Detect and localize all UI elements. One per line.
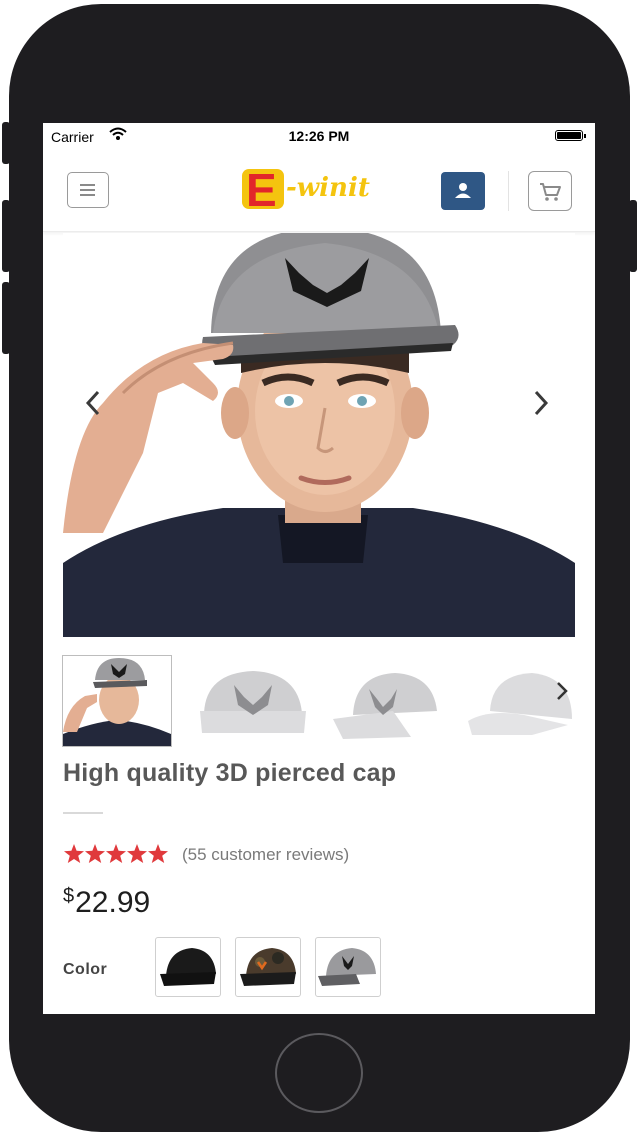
thumbnail-cap-back-image bbox=[468, 673, 572, 735]
product-photo bbox=[63, 233, 575, 637]
side-button-power bbox=[629, 200, 637, 272]
thumbnail-cap-front-image bbox=[200, 671, 306, 733]
app-header: E -winit bbox=[43, 151, 595, 232]
title-underline bbox=[63, 812, 103, 814]
account-button[interactable] bbox=[441, 172, 485, 210]
color-label: Color bbox=[63, 961, 108, 978]
thumbnail-cap-side[interactable] bbox=[333, 655, 443, 747]
header-divider bbox=[508, 171, 509, 211]
home-button[interactable] bbox=[275, 1033, 363, 1113]
app-screen: Carrier 12:26 PM E -winit High quality 3… bbox=[43, 123, 595, 1014]
star-icon bbox=[85, 844, 105, 863]
swatch-black-image bbox=[160, 948, 216, 986]
price-value: 22.99 bbox=[75, 886, 151, 919]
thumbnail-model[interactable] bbox=[62, 655, 172, 747]
menu-icon-line bbox=[80, 194, 95, 196]
menu-button[interactable] bbox=[67, 172, 109, 208]
thumbnail-cap-back[interactable] bbox=[468, 655, 578, 747]
star-icon bbox=[148, 844, 168, 863]
menu-icon-line bbox=[80, 189, 95, 191]
star-icon bbox=[127, 844, 147, 863]
menu-icon bbox=[80, 184, 95, 186]
chevron-right-icon[interactable] bbox=[531, 388, 551, 418]
side-button-mute bbox=[2, 122, 10, 164]
logo-letter: E bbox=[246, 164, 277, 216]
price-currency: $ bbox=[63, 885, 75, 907]
color-swatch-black[interactable] bbox=[155, 937, 221, 997]
product-price: $22.99 bbox=[63, 885, 151, 920]
battery-icon bbox=[555, 130, 586, 141]
cart-button[interactable] bbox=[528, 171, 572, 211]
swatch-grey-image bbox=[318, 948, 376, 986]
product-hero-image[interactable] bbox=[63, 233, 575, 637]
thumbnail-cap-front[interactable] bbox=[198, 655, 308, 747]
rating-stars bbox=[64, 844, 168, 863]
thumbnail-model-image bbox=[63, 656, 171, 746]
chevron-left-icon[interactable] bbox=[83, 388, 103, 418]
cart-icon bbox=[540, 183, 561, 201]
product-title: High quality 3D pierced cap bbox=[63, 759, 397, 787]
user-icon bbox=[455, 183, 471, 198]
star-icon bbox=[106, 844, 126, 863]
status-time: 12:26 PM bbox=[288, 128, 350, 144]
reviews-link[interactable]: (55 customer reviews) bbox=[182, 845, 349, 865]
side-button-volume-down bbox=[2, 282, 10, 354]
thumbnail-cap-side-image bbox=[333, 673, 437, 739]
color-swatch-grey[interactable] bbox=[315, 937, 381, 997]
status-bar: Carrier 12:26 PM bbox=[43, 123, 595, 149]
color-swatch-camo[interactable] bbox=[235, 937, 301, 997]
brand-logo[interactable]: E -winit bbox=[242, 164, 392, 216]
logo-text: -winit bbox=[286, 173, 370, 203]
side-button-volume-up bbox=[2, 200, 10, 272]
star-icon bbox=[64, 844, 84, 863]
swatch-camo-image bbox=[240, 948, 296, 986]
